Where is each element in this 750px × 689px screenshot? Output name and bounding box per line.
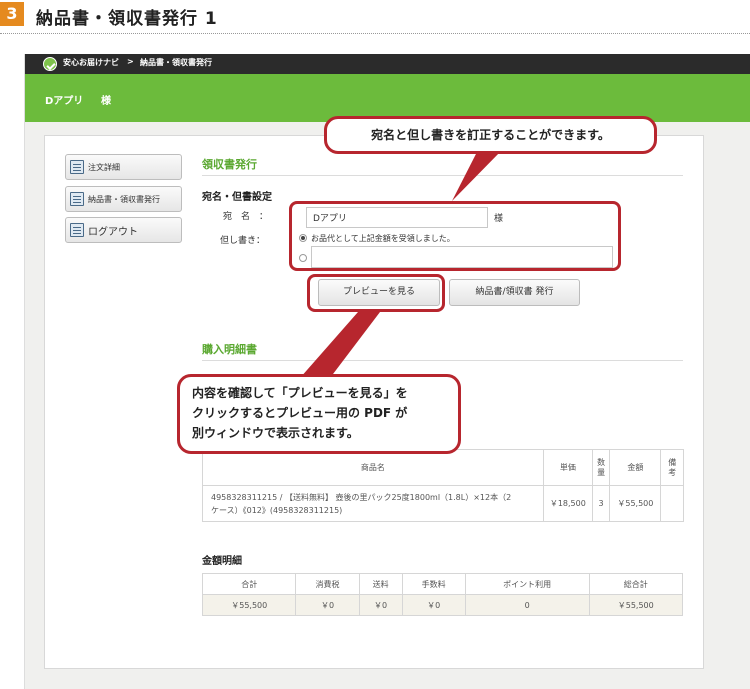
- callout-top: 宛名と但し書きを訂正することができます。: [324, 116, 657, 154]
- highlight-frame-form: [289, 201, 621, 271]
- callout-bottom: 内容を確認して「プレビューを見る」を クリックするとプレビュー用の PDF が …: [177, 374, 461, 454]
- callout-line: 内容を確認して「プレビューを見る」を: [192, 386, 408, 400]
- callout-line: 別ウィンドウで表示されます。: [192, 426, 359, 440]
- callout-pointer-bottom: [300, 312, 380, 378]
- callout-pointers: [300, 150, 502, 378]
- highlight-frame-preview: [307, 274, 445, 312]
- callout-pointer-top: [452, 150, 502, 201]
- callout-line: クリックするとプレビュー用の PDF が: [192, 406, 408, 420]
